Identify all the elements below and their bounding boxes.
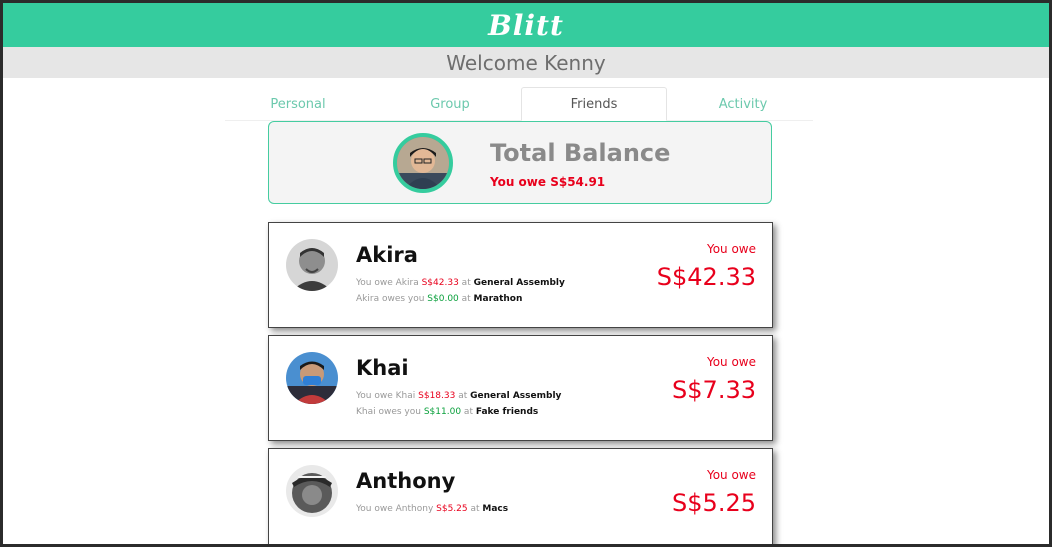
- tab-group[interactable]: Group: [377, 87, 523, 121]
- debt-line: You owe Akira S$42.33 at General Assembl…: [356, 278, 565, 288]
- welcome-banner: Welcome Kenny: [3, 47, 1049, 78]
- debt-line: You owe Anthony S$5.25 at Macs: [356, 504, 509, 514]
- welcome-text: Welcome Kenny: [446, 50, 606, 75]
- owe-label: You owe: [706, 242, 756, 256]
- friend-name: Akira: [356, 243, 418, 267]
- total-balance-title: Total Balance: [490, 139, 671, 167]
- top-bar: Blitt: [3, 3, 1049, 47]
- owe-amount: S$5.25: [672, 489, 756, 517]
- credit-line: Akira owes you S$0.00 at Marathon: [356, 294, 523, 304]
- friend-name: Anthony: [356, 469, 456, 493]
- user-avatar: [393, 133, 453, 193]
- friend-avatar: [286, 352, 338, 404]
- total-balance-card: Total Balance You owe S$54.91: [268, 121, 772, 204]
- owe-label: You owe: [706, 468, 756, 482]
- app-logo[interactable]: Blitt: [488, 9, 564, 42]
- tab-friends[interactable]: Friends: [521, 87, 667, 121]
- friend-card-khai[interactable]: Khai You owe Khai S$18.33 at General Ass…: [268, 335, 773, 441]
- friend-avatar: [286, 465, 338, 517]
- total-balance-amount: You owe S$54.91: [490, 175, 606, 189]
- credit-line: Khai owes you S$11.00 at Fake friends: [356, 407, 539, 417]
- tab-bar: Personal Group Friends Activity: [225, 87, 813, 121]
- app-frame: Blitt Welcome Kenny Personal Group Frien…: [3, 3, 1049, 544]
- friend-card-anthony[interactable]: Anthony You owe Anthony S$5.25 at Macs Y…: [268, 448, 773, 544]
- tab-personal[interactable]: Personal: [225, 87, 371, 121]
- friend-card-akira[interactable]: Akira You owe Akira S$42.33 at General A…: [268, 222, 773, 328]
- owe-amount: S$7.33: [672, 376, 756, 404]
- tab-activity[interactable]: Activity: [670, 87, 816, 121]
- friend-name: Khai: [356, 356, 409, 380]
- owe-label: You owe: [706, 355, 756, 369]
- friend-avatar: [286, 239, 338, 291]
- owe-amount: S$42.33: [656, 263, 756, 291]
- debt-line: You owe Khai S$18.33 at General Assembly: [356, 391, 562, 401]
